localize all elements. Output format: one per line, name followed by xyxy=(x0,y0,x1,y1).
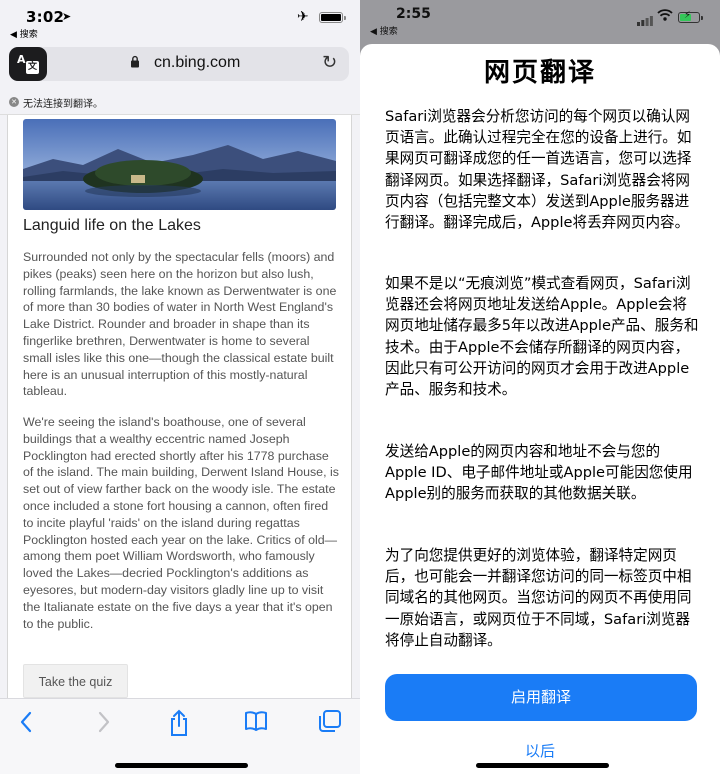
translation-error-text: 无法连接到翻译。 xyxy=(23,99,103,110)
take-quiz-button[interactable]: Take the quiz xyxy=(23,664,128,698)
airplane-mode-icon: ✈ xyxy=(297,9,309,25)
back-to-search-link[interactable]: ◀ 搜索 xyxy=(370,24,398,37)
bookmarks-icon[interactable] xyxy=(244,709,268,739)
battery-charging-icon: ⚡ xyxy=(678,10,703,23)
translate-icon[interactable]: A文 xyxy=(9,47,47,81)
reload-icon[interactable]: ↻ xyxy=(322,52,337,73)
lock-icon xyxy=(130,55,140,71)
sheet-paragraph: 发送给Apple的网页内容和地址不会与您的Apple ID、电子邮件地址或App… xyxy=(385,443,693,503)
address-bar[interactable]: A文 cn.bing.com ↻ xyxy=(9,47,349,81)
sheet-paragraph: 如果不是以“无痕浏览”模式查看网页，Safari浏览器还会将网页地址发送给App… xyxy=(385,275,699,399)
article-card: Languid life on the Lakes Surrounded not… xyxy=(7,115,352,698)
forward-arrow-icon[interactable] xyxy=(96,709,112,739)
back-arrow-icon[interactable] xyxy=(18,709,34,739)
battery-icon xyxy=(319,12,346,23)
article-title: Languid life on the Lakes xyxy=(23,217,201,234)
right-screen: 2:55 ◀ 搜索 ⚡ 网页翻译 Safari浏览器会分析您访问的每个网页以确认… xyxy=(360,0,720,774)
cellular-signal-icon xyxy=(637,11,653,30)
article-paragraph: We're seeing the island's boathouse, one… xyxy=(23,415,339,631)
back-to-search-link[interactable]: ◀ 搜索 xyxy=(10,27,38,40)
home-indicator[interactable] xyxy=(115,763,248,768)
home-indicator[interactable] xyxy=(476,763,609,768)
sheet-paragraph: 为了向您提供更好的浏览体验，翻译特定网页后，也可能会一并翻译您访问的同一标签页中… xyxy=(385,547,692,649)
status-bar: 3:02 ➤ ◀ 搜索 ✈ xyxy=(0,0,360,40)
sheet-paragraph: Safari浏览器会分析您访问的每个网页以确认网页语言。此确认过程完全在您的设备… xyxy=(385,108,692,232)
status-time: 3:02 xyxy=(26,8,65,26)
tabs-icon[interactable] xyxy=(318,709,342,739)
location-arrow-icon: ➤ xyxy=(62,10,72,23)
sheet-title: 网页翻译 xyxy=(483,58,596,88)
article-paragraph: Surrounded not only by the spectacular f… xyxy=(23,250,337,399)
wifi-icon xyxy=(657,9,673,24)
translation-error-banner: ✕ 无法连接到翻译。 xyxy=(0,89,360,115)
url-text[interactable]: cn.bing.com xyxy=(154,54,240,72)
translation-info-sheet: 网页翻译 Safari浏览器会分析您访问的每个网页以确认网页语言。此确认过程完全… xyxy=(360,44,720,774)
lake-photo xyxy=(23,119,336,210)
status-time: 2:55 xyxy=(396,6,431,22)
enable-translation-button[interactable]: 启用翻译 xyxy=(385,674,697,721)
later-button[interactable]: 以后 xyxy=(360,740,720,761)
left-screen: 3:02 ➤ ◀ 搜索 ✈ A文 cn.bing.com ↻ ✕ 无法连接到翻译… xyxy=(0,0,360,774)
share-icon[interactable] xyxy=(168,709,190,739)
close-circle-icon[interactable]: ✕ xyxy=(9,97,19,107)
